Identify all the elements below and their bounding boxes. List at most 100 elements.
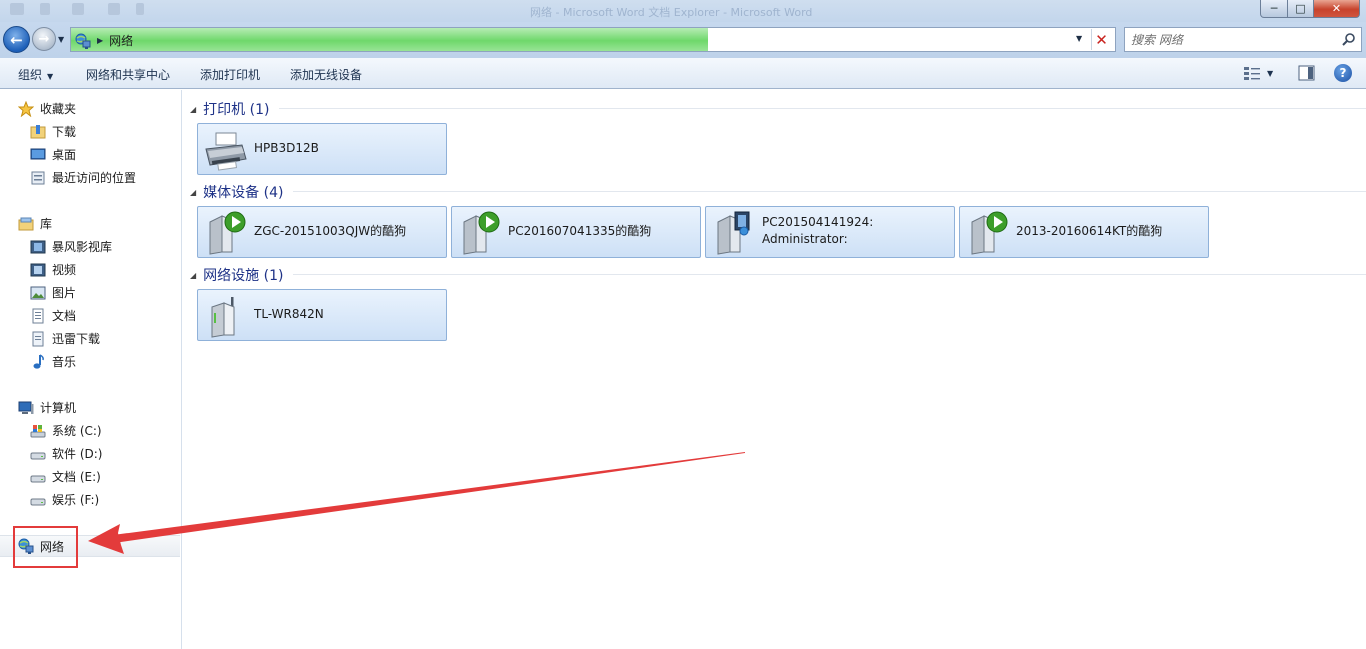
nav-item-videos[interactable]: 视频 xyxy=(30,261,76,278)
window-controls: ─ □ ✕ xyxy=(1260,0,1360,18)
nav-item-label: 软件 (D:) xyxy=(52,447,103,461)
window-title: 网络 - Microsoft Word 文档 Explorer - Micros… xyxy=(530,6,813,19)
group-divider xyxy=(279,108,1366,109)
videos-icon xyxy=(30,263,46,276)
recent-pages-dropdown[interactable]: ▼ xyxy=(58,35,64,44)
annotation-highlight-box xyxy=(13,526,78,568)
nav-item-label: 系统 (C:) xyxy=(52,424,102,438)
app-icon xyxy=(10,3,24,15)
search-input[interactable] xyxy=(1131,31,1331,48)
nav-item-documents[interactable]: 文档 xyxy=(30,307,76,324)
title-bar: 网络 - Microsoft Word 文档 Explorer - Micros… xyxy=(0,0,1366,22)
undo-icon xyxy=(72,3,84,15)
customize-icon xyxy=(136,3,144,15)
collapse-triangle-icon[interactable]: ◢ xyxy=(190,271,196,280)
collapse-triangle-icon[interactable]: ◢ xyxy=(190,105,196,114)
maximize-button[interactable]: □ xyxy=(1288,0,1314,18)
breadcrumb-network[interactable]: 网络 xyxy=(109,32,133,49)
media-server-icon xyxy=(209,211,246,255)
device-name: 2013-20160614KT的酷狗 xyxy=(1016,224,1163,238)
network-icon xyxy=(75,33,91,49)
device-name: TL-WR842N xyxy=(254,307,324,321)
recent-places-icon xyxy=(31,171,45,184)
device-name: PC201607041335的酷狗 xyxy=(508,224,652,238)
nav-item-label: 文档 xyxy=(52,309,77,323)
redo-icon xyxy=(108,3,120,15)
group-divider xyxy=(293,191,1366,192)
group-divider xyxy=(293,274,1366,275)
nav-item-recent-places[interactable]: 最近访问的位置 xyxy=(30,169,136,186)
view-options-icon xyxy=(1244,67,1260,80)
network-sharing-center-button[interactable]: 网络和共享中心 xyxy=(86,66,170,83)
device-tile-media-4[interactable]: 2013-20160614KT的酷狗 xyxy=(959,206,1209,258)
close-button[interactable]: ✕ xyxy=(1314,0,1360,18)
change-view-button[interactable]: ▼ xyxy=(1243,65,1279,82)
nav-libraries[interactable]: 库 xyxy=(18,215,52,232)
organize-button[interactable]: 组织 ▼ xyxy=(18,66,53,83)
device-tile-router[interactable]: TL-WR842N xyxy=(197,289,447,341)
nav-item-downloads[interactable]: 下载 xyxy=(30,123,76,140)
forward-button[interactable]: → xyxy=(32,27,56,51)
video-library-icon xyxy=(30,240,46,253)
breadcrumb-separator-icon[interactable]: ▶ xyxy=(97,36,103,45)
help-button[interactable]: ? xyxy=(1334,64,1352,82)
preview-pane-icon[interactable] xyxy=(1298,65,1315,81)
media-server-icon xyxy=(971,211,1008,255)
documents-icon xyxy=(32,308,44,323)
nav-item-video-library[interactable]: 暴风影视库 xyxy=(30,238,112,255)
back-arrow-icon: ← xyxy=(10,30,23,49)
nav-item-desktop[interactable]: 桌面 xyxy=(30,146,76,163)
group-header-printers[interactable]: ◢ 打印机 (1) xyxy=(190,99,269,119)
printer-icon xyxy=(205,132,247,171)
minimize-button[interactable]: ─ xyxy=(1260,0,1288,18)
address-row: ← → ▼ ▶ 网络 ▼ ✕ xyxy=(0,22,1366,58)
nav-item-label: 娱乐 (F:) xyxy=(52,493,100,507)
computer-icon xyxy=(18,401,34,414)
nav-item-drive-e[interactable]: 文档 (E:) xyxy=(30,468,101,485)
device-name: PC201504141924: xyxy=(762,215,874,229)
device-name: HPB3D12B xyxy=(254,141,319,155)
content-pane: ◢ 打印机 (1) HPB3D12B ◢ 媒体设备 (4) ZGC-201510… xyxy=(183,90,1366,649)
device-tile-media-2[interactable]: PC201607041335的酷狗 xyxy=(451,206,701,258)
nav-computer[interactable]: 计算机 xyxy=(18,399,76,416)
library-icon xyxy=(18,217,34,230)
nav-favorites[interactable]: 收藏夹 xyxy=(18,100,76,117)
add-printer-button[interactable]: 添加打印机 xyxy=(200,66,260,83)
group-header-media-devices[interactable]: ◢ 媒体设备 (4) xyxy=(190,182,283,202)
device-tile-media-1[interactable]: ZGC-20151003QJW的酷狗 xyxy=(197,206,447,258)
collapse-triangle-icon[interactable]: ◢ xyxy=(190,188,196,197)
media-server-icon xyxy=(463,211,500,255)
device-tile-printer[interactable]: HPB3D12B xyxy=(197,123,447,175)
device-name-line2: Administrator: xyxy=(762,232,848,246)
nav-item-drive-d[interactable]: 软件 (D:) xyxy=(30,445,102,462)
group-title: 媒体设备 (4) xyxy=(203,185,284,201)
search-box[interactable] xyxy=(1124,27,1362,52)
address-history-dropdown[interactable]: ▼ xyxy=(1076,34,1082,43)
address-bar[interactable]: ▶ 网络 ▼ ✕ xyxy=(70,27,1116,52)
organize-label: 组织 xyxy=(18,68,43,82)
music-icon xyxy=(33,353,44,369)
group-title: 打印机 (1) xyxy=(203,102,270,118)
pictures-icon xyxy=(30,286,46,299)
nav-item-thunder-downloads[interactable]: 迅雷下载 xyxy=(30,330,100,347)
quick-access-icon xyxy=(40,3,50,15)
nav-computer-label: 计算机 xyxy=(40,401,77,415)
group-header-network-infrastructure[interactable]: ◢ 网络设施 (1) xyxy=(190,265,283,285)
nav-item-label: 桌面 xyxy=(52,148,77,162)
nav-item-label: 图片 xyxy=(52,286,77,300)
star-icon xyxy=(18,100,34,117)
nav-item-pictures[interactable]: 图片 xyxy=(30,284,76,301)
back-button[interactable]: ← xyxy=(3,26,30,53)
nav-item-drive-f[interactable]: 娱乐 (F:) xyxy=(30,491,99,508)
add-wireless-device-button[interactable]: 添加无线设备 xyxy=(290,66,362,83)
group-title: 网络设施 (1) xyxy=(203,268,284,284)
loading-progress-bar xyxy=(71,28,708,51)
device-name: ZGC-20151003QJW的酷狗 xyxy=(254,224,407,238)
downloads-folder-icon xyxy=(30,124,46,138)
stop-loading-button[interactable]: ✕ xyxy=(1091,29,1111,50)
device-tile-media-3[interactable]: PC201504141924: Administrator: xyxy=(705,206,955,258)
nav-item-music[interactable]: 音乐 xyxy=(30,353,76,370)
chevron-down-icon[interactable]: ▼ xyxy=(1267,69,1273,78)
nav-item-drive-c[interactable]: 系统 (C:) xyxy=(30,422,102,439)
search-icon[interactable] xyxy=(1342,32,1356,46)
